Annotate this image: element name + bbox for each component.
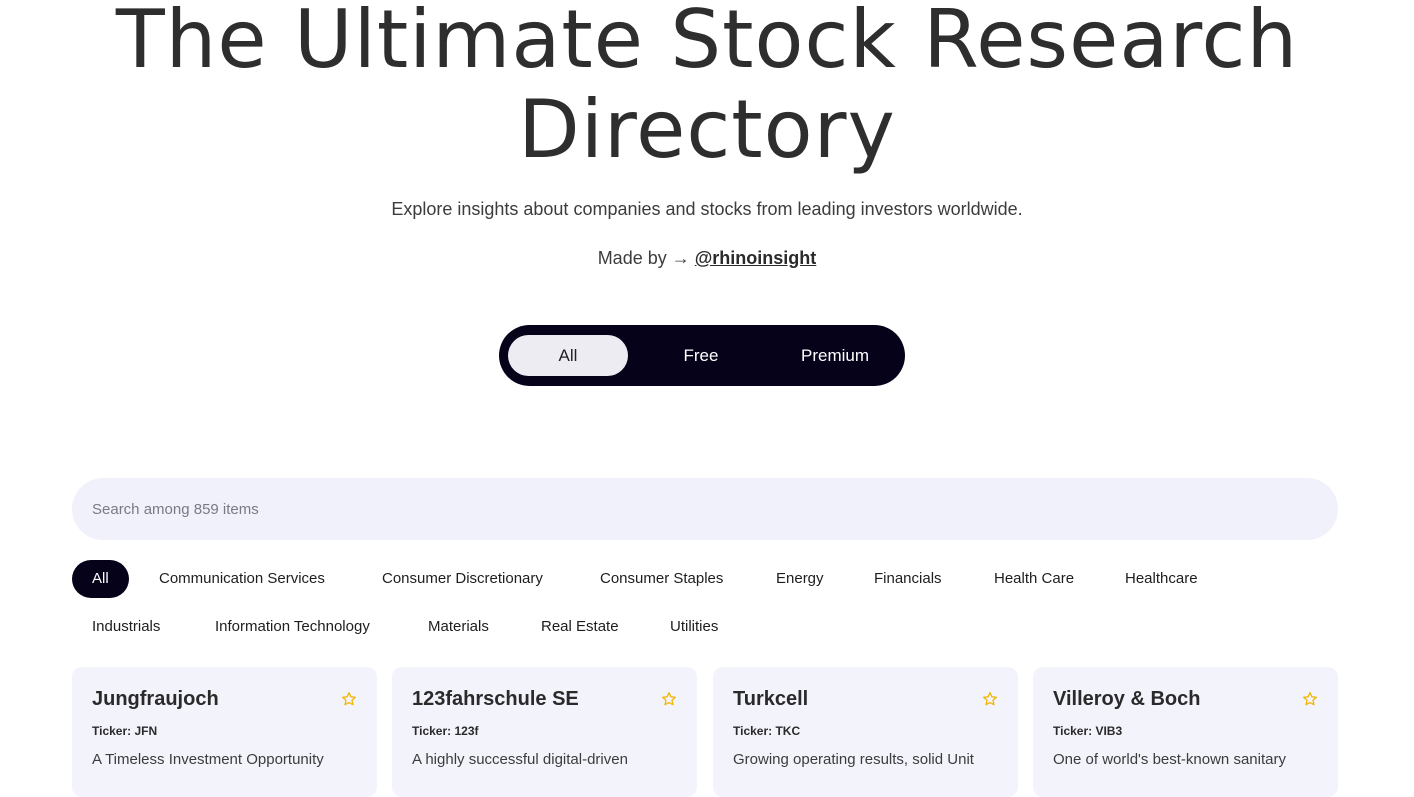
card-ticker: Ticker: JFN [92,724,158,738]
category-consumer-discretionary[interactable]: Consumer Discretionary [362,560,563,598]
stock-card[interactable]: Jungfraujoch Ticker: JFN A Timeless Inve… [72,667,377,797]
toggle-all[interactable]: All [508,335,628,376]
star-icon[interactable] [341,691,357,707]
page-title-line2: Directory [518,83,896,176]
category-financials[interactable]: Financials [854,560,962,598]
category-utilities[interactable]: Utilities [650,608,738,646]
toggle-premium[interactable]: Premium [775,335,895,376]
category-consumer-staples[interactable]: Consumer Staples [580,560,743,598]
card-description: Growing operating results, solid Unit [733,751,974,768]
category-energy[interactable]: Energy [756,560,844,598]
card-title: Turkcell [733,688,809,710]
author-link[interactable]: @rhinoinsight [695,248,817,268]
page-title-line1: The Ultimate Stock Research [115,0,1299,86]
access-toggle: All Free Premium [499,325,905,386]
card-ticker: Ticker: TKC [733,724,801,738]
category-information-technology[interactable]: Information Technology [195,608,390,646]
made-by: Made by → @rhinoinsight [0,248,1414,269]
card-description: A highly successful digital-driven [412,751,628,768]
star-icon[interactable] [982,691,998,707]
category-communication-services[interactable]: Communication Services [139,560,345,598]
card-title: Jungfraujoch [92,688,219,710]
category-healthcare[interactable]: Healthcare [1105,560,1218,598]
card-description: One of world's best-known sanitary [1053,751,1286,768]
category-all[interactable]: All [72,560,129,598]
card-title: 123fahrschule SE [412,688,579,710]
card-description: A Timeless Investment Opportunity [92,751,324,768]
stock-card[interactable]: Villeroy & Boch Ticker: VIB3 One of worl… [1033,667,1338,797]
category-materials[interactable]: Materials [408,608,509,646]
stock-card[interactable]: Turkcell Ticker: TKC Growing operating r… [713,667,1018,797]
search-input[interactable] [72,478,1338,540]
made-by-label: Made by → [597,248,690,268]
category-health-care[interactable]: Health Care [974,560,1094,598]
toggle-free[interactable]: Free [641,335,761,376]
category-industrials[interactable]: Industrials [72,608,180,646]
category-real-estate[interactable]: Real Estate [521,608,639,646]
page-subtitle: Explore insights about companies and sto… [391,199,1023,219]
stock-card[interactable]: 123fahrschule SE Ticker: 123f A highly s… [392,667,697,797]
page-title: The Ultimate Stock Research Directory [0,0,1414,175]
card-ticker: Ticker: 123f [412,724,479,738]
card-ticker: Ticker: VIB3 [1053,724,1123,738]
star-icon[interactable] [1302,691,1318,707]
star-icon[interactable] [661,691,677,707]
card-title: Villeroy & Boch [1053,688,1201,710]
